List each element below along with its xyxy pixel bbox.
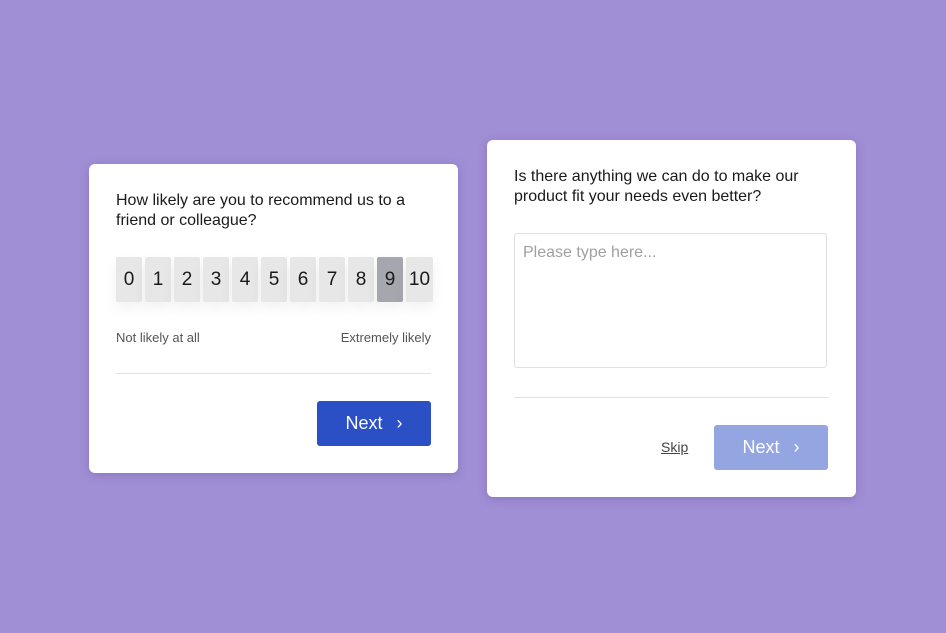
feedback-input[interactable] [514,233,827,368]
nps-survey-card: How likely are you to recommend us to a … [89,164,458,473]
score-button-8[interactable]: 8 [348,257,374,302]
next-button-label: Next [742,437,780,457]
next-button[interactable]: Next › [317,401,431,446]
chevron-right-icon: › [396,413,403,433]
score-button-2[interactable]: 2 [174,257,200,302]
score-button-3[interactable]: 3 [203,257,229,302]
score-button-7[interactable]: 7 [319,257,345,302]
divider [514,397,829,398]
score-button-10[interactable]: 10 [406,257,433,302]
scale-label-high: Extremely likely [340,330,431,345]
next-button-label: Next [345,413,383,433]
skip-link[interactable]: Skip [661,439,688,455]
score-button-6[interactable]: 6 [290,257,316,302]
next-button-disabled[interactable]: Next › [714,425,828,470]
score-button-5[interactable]: 5 [261,257,287,302]
scale-label-low: Not likely at all [116,330,200,345]
score-button-0[interactable]: 0 [116,257,142,302]
score-button-9-selected[interactable]: 9 [377,257,403,302]
feedback-survey-card: Is there anything we can do to make our … [487,140,856,497]
nps-question: How likely are you to recommend us to a … [116,192,406,229]
feedback-question: Is there anything we can do to make our … [514,168,799,205]
score-button-4[interactable]: 4 [232,257,258,302]
divider [116,373,431,374]
chevron-right-icon: › [793,437,800,457]
score-button-1[interactable]: 1 [145,257,171,302]
nps-scale: 0 1 2 3 4 5 6 7 8 9 10 [116,257,433,302]
